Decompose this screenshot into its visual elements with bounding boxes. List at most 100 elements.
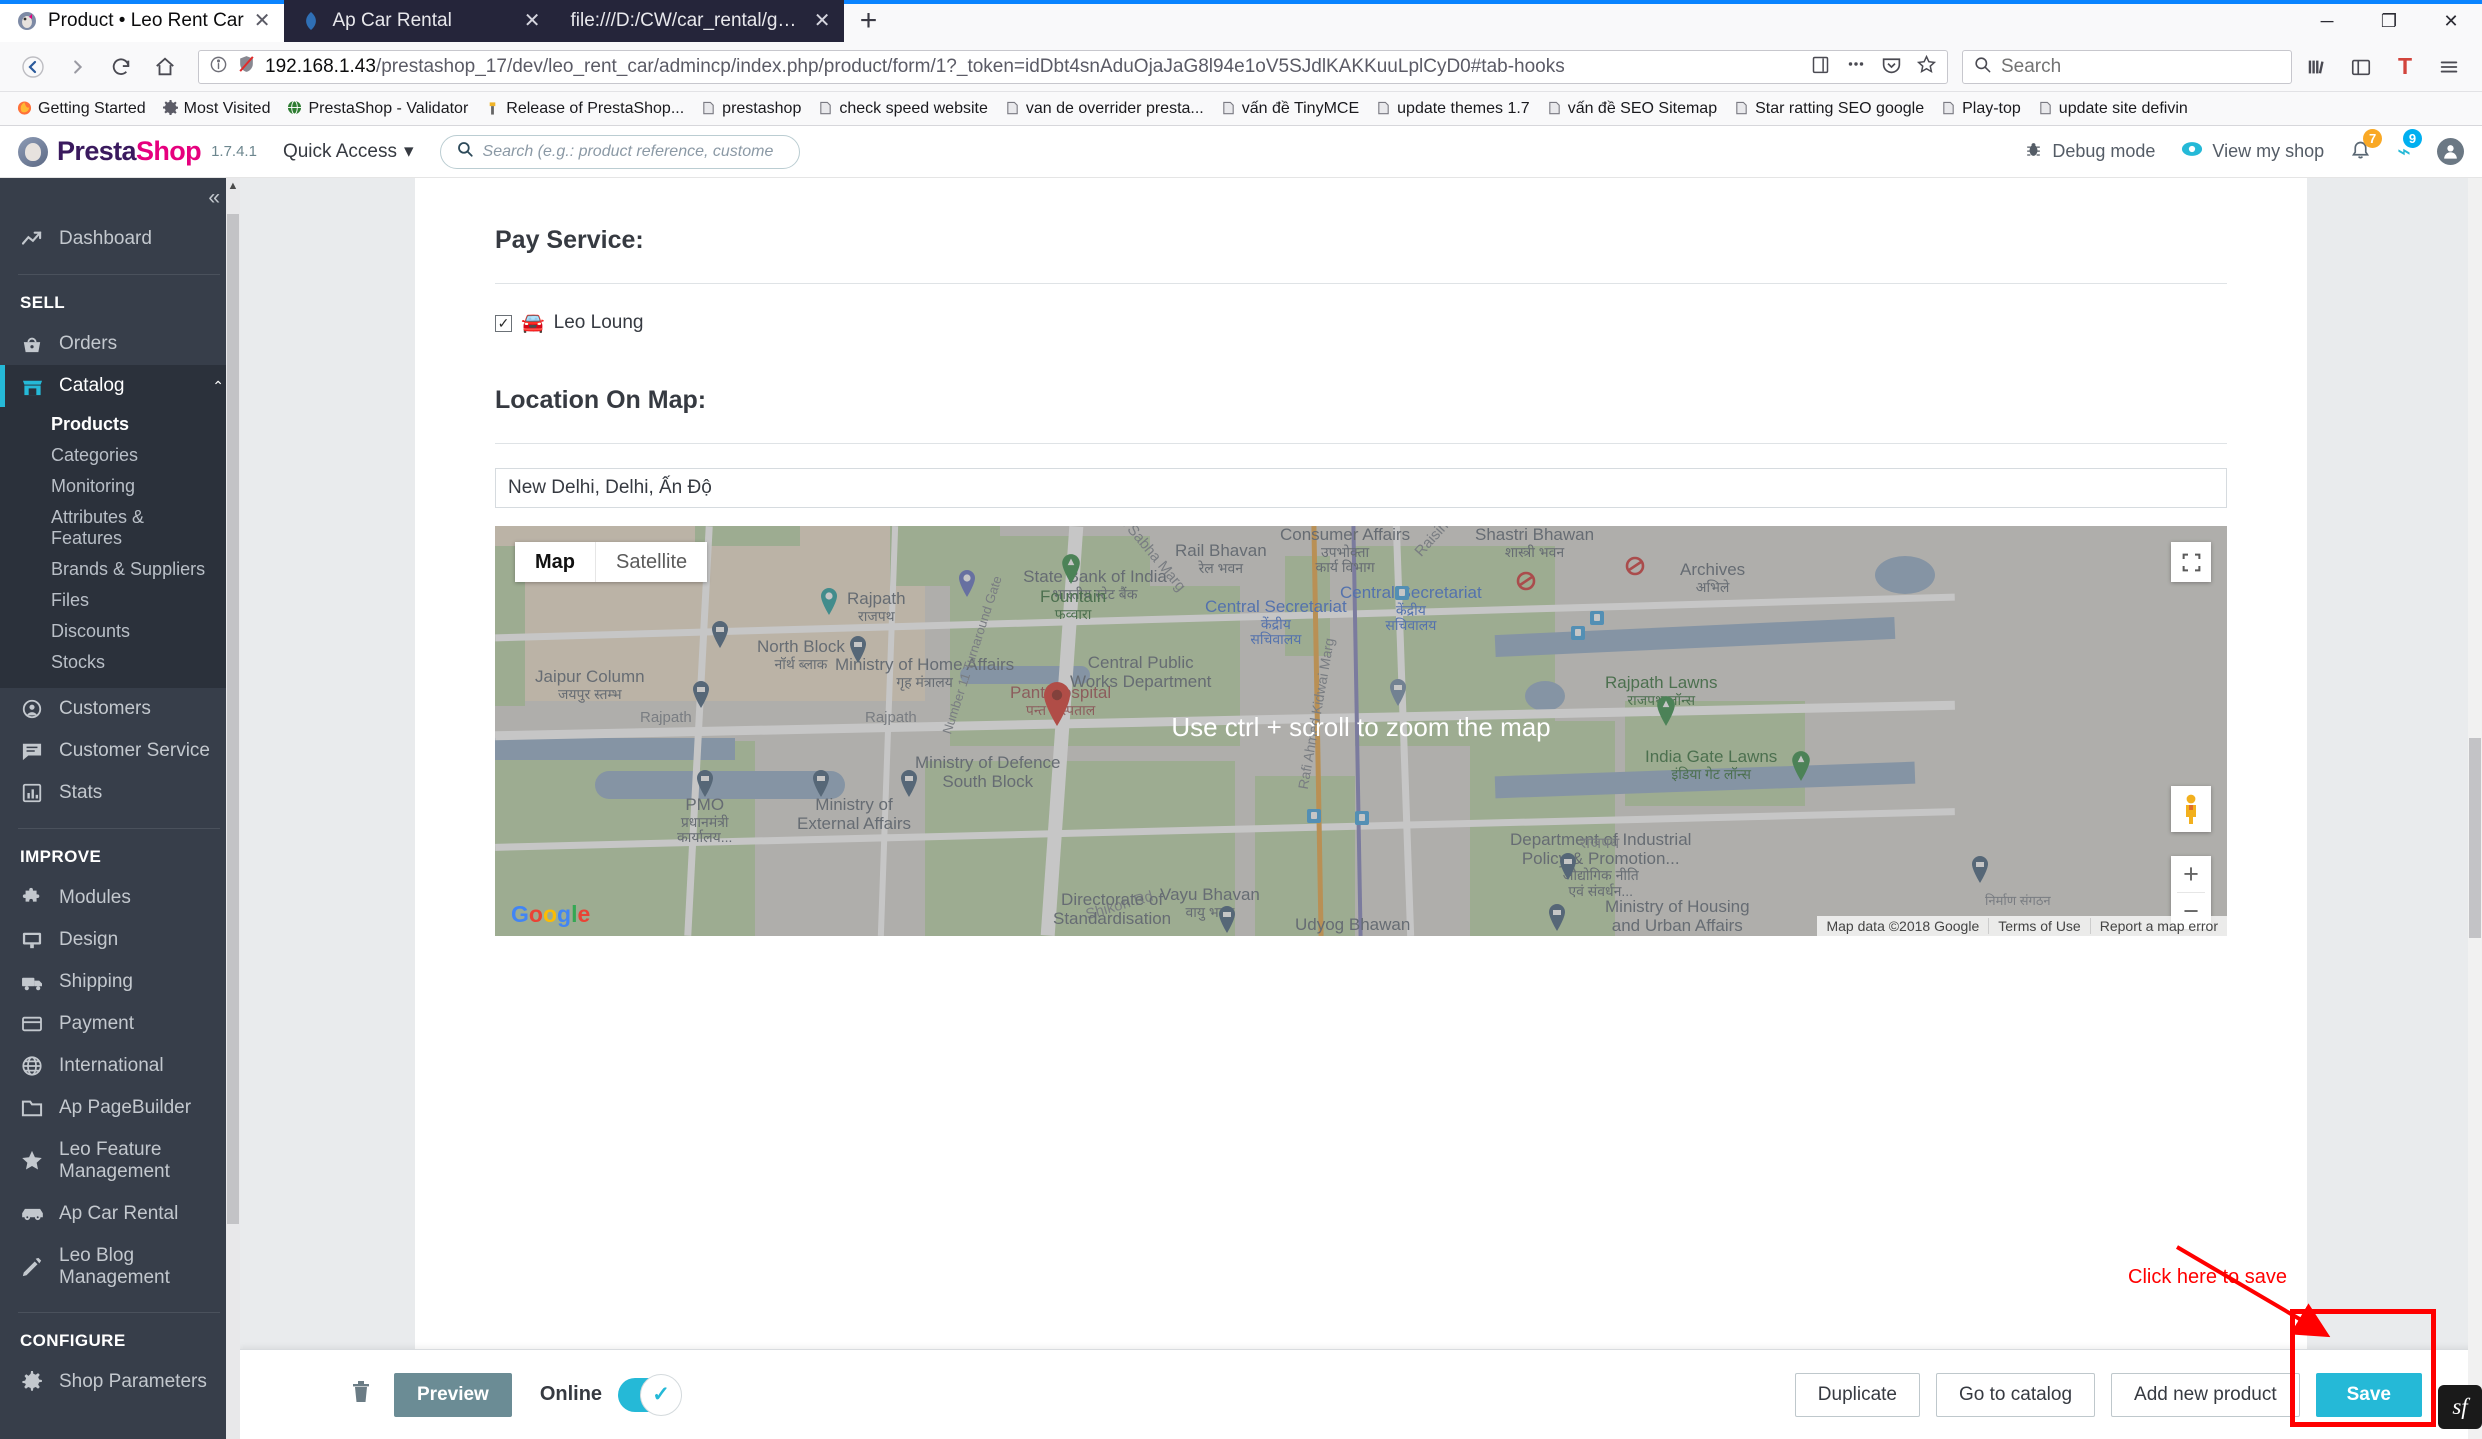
bookmark-item[interactable]: Play-top bbox=[1934, 97, 2028, 121]
notifications-button[interactable]: 7 bbox=[2350, 128, 2383, 166]
sidebar-item-discounts[interactable]: Discounts bbox=[0, 616, 240, 647]
location-address-input[interactable]: New Delhi, Delhi, Ấn Độ bbox=[495, 468, 2227, 508]
sidebar-item-attributes-features[interactable]: Attributes & Features bbox=[0, 502, 240, 554]
tab-strip: Product • Leo Rent Car ✕ Ap Car Rental ✕… bbox=[0, 0, 2482, 42]
close-icon[interactable]: ✕ bbox=[254, 11, 271, 31]
messages-button[interactable]: ⌁ 9 bbox=[2397, 129, 2422, 165]
sidebar-item-ap-car-rental[interactable]: Ap Car Rental bbox=[0, 1193, 240, 1235]
sidebar-item-international[interactable]: International bbox=[0, 1045, 240, 1087]
bookmark-item[interactable]: check speed website bbox=[811, 97, 995, 121]
prestashop-logo[interactable]: PrestaShop bbox=[18, 136, 202, 167]
sidebar-scrollbar[interactable]: ▲ bbox=[226, 178, 240, 1439]
sidebar-item-stocks[interactable]: Stocks bbox=[0, 647, 240, 678]
sidebar-item-customer-service[interactable]: Customer Service bbox=[0, 730, 240, 772]
google-map[interactable]: State Bank of India भारतीय स्टेट बैंक Raj… bbox=[495, 526, 2227, 936]
sidebar-item-payment[interactable]: Payment bbox=[0, 1003, 240, 1045]
back-icon[interactable] bbox=[14, 48, 52, 86]
map-attr-report[interactable]: Report a map error bbox=[2089, 918, 2227, 934]
bookmark-item[interactable]: van de overrider presta... bbox=[998, 97, 1211, 121]
map-zoom-in-button[interactable]: + bbox=[2171, 856, 2211, 892]
map-fullscreen-button[interactable] bbox=[2171, 542, 2211, 582]
info-icon[interactable] bbox=[209, 55, 228, 79]
sidebar-item-leo-blog-management[interactable]: Leo Blog Management bbox=[0, 1235, 240, 1299]
preview-button[interactable]: Preview bbox=[394, 1372, 512, 1417]
minimize-button[interactable]: ─ bbox=[2296, 0, 2358, 42]
bookmark-item[interactable]: Release of PrestaShop... bbox=[478, 97, 691, 121]
new-tab-button[interactable]: + bbox=[844, 0, 892, 42]
add-new-product-button[interactable]: Add new product bbox=[2111, 1372, 2300, 1417]
puzzle-icon bbox=[20, 887, 44, 909]
scrollbar-thumb[interactable] bbox=[227, 214, 239, 1224]
map-streetview-pegman-button[interactable] bbox=[2171, 786, 2211, 832]
admin-search-bar[interactable]: Search (e.g.: product reference, custome bbox=[439, 134, 800, 169]
sidebar-item-products[interactable]: Products bbox=[0, 409, 240, 440]
sidebar-item-modules[interactable]: Modules bbox=[0, 877, 240, 919]
sidebar-collapse-button[interactable]: « bbox=[0, 178, 240, 218]
sidebar-item-monitoring[interactable]: Monitoring bbox=[0, 471, 240, 502]
main-scrollbar[interactable] bbox=[2468, 178, 2482, 1439]
scrollbar-thumb[interactable] bbox=[2469, 738, 2481, 938]
scroll-up-icon[interactable]: ▲ bbox=[226, 178, 240, 194]
browser-search-bar[interactable]: Search bbox=[1962, 49, 2292, 84]
shield-slash-icon[interactable] bbox=[237, 54, 256, 79]
bookmark-item[interactable]: vấn đề SEO Sitemap bbox=[1540, 97, 1724, 121]
sidebar-item-files[interactable]: Files bbox=[0, 585, 240, 616]
view-my-shop-label: View my shop bbox=[2212, 141, 2325, 161]
view-my-shop-button[interactable]: View my shop bbox=[2181, 140, 2324, 163]
duplicate-button[interactable]: Duplicate bbox=[1794, 1372, 1920, 1417]
map-type-satellite-button[interactable]: Satellite bbox=[596, 542, 707, 582]
hamburger-icon[interactable] bbox=[2430, 48, 2468, 86]
forward-icon[interactable] bbox=[58, 48, 96, 86]
home-icon[interactable] bbox=[146, 48, 184, 86]
trash-icon[interactable] bbox=[350, 1379, 372, 1411]
library-icon[interactable] bbox=[2298, 48, 2336, 86]
reload-icon[interactable] bbox=[102, 48, 140, 86]
sidebar-item-categories[interactable]: Categories bbox=[0, 440, 240, 471]
sidebar-item-shipping[interactable]: Shipping bbox=[0, 961, 240, 1003]
close-icon[interactable]: ✕ bbox=[814, 11, 831, 31]
go-to-catalog-button[interactable]: Go to catalog bbox=[1936, 1372, 2096, 1417]
bookmark-item[interactable]: PrestaShop - Validator bbox=[280, 97, 475, 121]
reader-view-icon[interactable] bbox=[1810, 54, 1831, 80]
close-icon[interactable]: ✕ bbox=[524, 11, 541, 31]
sidebar-item-catalog[interactable]: Catalog ⌃ bbox=[0, 365, 240, 407]
pay-service-option-leo-loung[interactable]: ✓ 🚘 Leo Loung bbox=[495, 284, 2227, 334]
sidebar-item-brands-suppliers[interactable]: Brands & Suppliers bbox=[0, 554, 240, 585]
bookmark-item[interactable]: Getting Started bbox=[10, 97, 153, 121]
address-bar[interactable]: 192.168.1.43/prestashop_17/dev/leo_rent_… bbox=[198, 49, 1948, 84]
maximize-button[interactable]: ❐ bbox=[2358, 0, 2420, 42]
sidebar-icon[interactable] bbox=[2342, 48, 2380, 86]
avatar[interactable] bbox=[2437, 138, 2464, 165]
quick-access-menu[interactable]: Quick Access ▾ bbox=[283, 140, 414, 163]
bookmark-item[interactable]: vấn đề TinyMCE bbox=[1214, 97, 1366, 121]
checkbox-leo-loung[interactable]: ✓ bbox=[495, 314, 512, 332]
bookmark-item[interactable]: prestashop bbox=[694, 97, 808, 121]
bookmark-item[interactable]: update site defivin bbox=[2031, 97, 2195, 121]
bookmark-item[interactable]: Star ratting SEO google bbox=[1727, 97, 1931, 121]
sidebar-item-leo-feature-management[interactable]: Leo Feature Management bbox=[0, 1129, 240, 1193]
sidebar-item-orders[interactable]: Orders bbox=[0, 323, 240, 365]
ellipsis-icon[interactable] bbox=[1845, 53, 1867, 80]
browser-tab-2[interactable]: Ap Car Rental ✕ bbox=[284, 0, 555, 42]
pocket-icon[interactable] bbox=[1881, 54, 1902, 80]
symfony-toolbar-badge[interactable]: sf bbox=[2438, 1385, 2482, 1429]
bookmark-item[interactable]: update themes 1.7 bbox=[1369, 97, 1537, 121]
online-toggle[interactable]: ✓ bbox=[618, 1373, 683, 1416]
folder-icon bbox=[1005, 100, 1020, 117]
sidebar-item-stats[interactable]: Stats bbox=[0, 772, 240, 814]
map-type-map-button[interactable]: Map bbox=[515, 542, 596, 582]
map-attr-terms[interactable]: Terms of Use bbox=[1988, 918, 2089, 934]
bookmark-item[interactable]: Most Visited bbox=[156, 97, 278, 121]
account-avatar[interactable]: T bbox=[2386, 48, 2424, 86]
debug-mode-button[interactable]: Debug mode bbox=[2024, 140, 2155, 164]
sidebar-item-customers[interactable]: Customers bbox=[0, 688, 240, 730]
browser-tab-3[interactable]: file:///D:/CW/car_rental/guide/apre ✕ bbox=[554, 0, 845, 42]
sidebar-item-ap-pagebuilder[interactable]: Ap PageBuilder bbox=[0, 1087, 240, 1129]
browser-tab-1[interactable]: Product • Leo Rent Car ✕ bbox=[0, 0, 285, 42]
sidebar-item-dashboard[interactable]: Dashboard bbox=[0, 218, 240, 260]
save-button[interactable]: Save bbox=[2315, 1372, 2422, 1417]
star-icon[interactable] bbox=[1916, 54, 1937, 80]
sidebar-item-design[interactable]: Design bbox=[0, 919, 240, 961]
close-window-button[interactable]: ✕ bbox=[2420, 0, 2482, 42]
sidebar-item-shop-parameters[interactable]: Shop Parameters bbox=[0, 1361, 240, 1403]
